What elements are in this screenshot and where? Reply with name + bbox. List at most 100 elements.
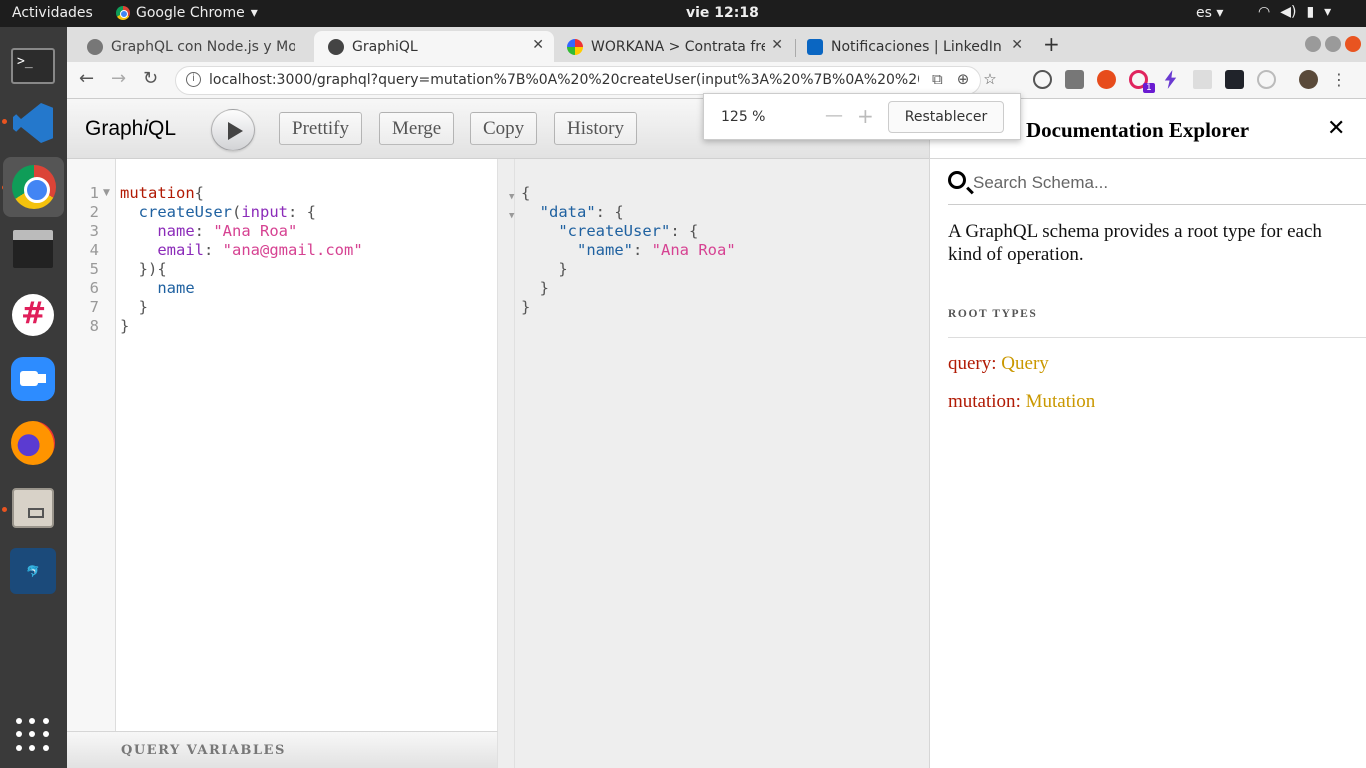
extension-code-icon[interactable] xyxy=(1033,70,1052,89)
merge-button[interactable]: Merge xyxy=(379,112,455,145)
fold-arrow-icon[interactable]: ▼ xyxy=(509,188,514,207)
minimize-button[interactable] xyxy=(1305,36,1321,52)
zoom-reset-button[interactable]: Restablecer xyxy=(888,101,1004,133)
forward-button[interactable]: → xyxy=(111,68,126,89)
input-language[interactable]: es ▾ xyxy=(1196,5,1223,21)
query-editor[interactable]: 1 2 3 4 5 6 7 8 ▼ mutation{ createUser(i… xyxy=(67,159,498,731)
result-viewer[interactable]: ▼{ ▼ "data": { "createUser": { "name": "… xyxy=(509,159,929,768)
bookmark-star-icon[interactable]: ☆ xyxy=(983,70,996,88)
line-number: 4 xyxy=(89,241,99,259)
line-number: 1 xyxy=(89,184,99,202)
tab-workana[interactable]: WORKANA > Contrata fre ✕ xyxy=(553,31,793,62)
wifi-icon: ◠ xyxy=(1258,4,1271,20)
close-icon[interactable]: ✕ xyxy=(1011,37,1023,53)
dock-files[interactable] xyxy=(9,484,57,532)
type-link[interactable]: Mutation xyxy=(1026,391,1096,412)
line-number: 2 xyxy=(89,203,99,221)
maximize-button[interactable] xyxy=(1325,36,1341,52)
close-docs-button[interactable]: ✕ xyxy=(1327,116,1345,141)
extension-ex-icon[interactable] xyxy=(1193,70,1212,89)
punct: } xyxy=(521,298,531,316)
close-icon[interactable]: ✕ xyxy=(532,37,544,53)
dock-slack[interactable] xyxy=(9,291,57,339)
chrome-icon xyxy=(116,6,130,20)
vscode-icon xyxy=(13,103,53,143)
dock-terminal[interactable]: >_ xyxy=(9,42,57,90)
close-window-button[interactable] xyxy=(1345,36,1361,52)
execute-query-button[interactable] xyxy=(211,109,255,151)
zoom-popup: 125 % — + Restablecer xyxy=(703,93,1021,140)
tab-linkedin[interactable]: Notificaciones | LinkedIn ✕ xyxy=(793,31,1033,62)
tab-graphql-node[interactable]: GraphQL con Node.js y Mo xyxy=(73,31,313,62)
chevron-down-icon: ▾ xyxy=(1324,4,1332,20)
field-name: createUser xyxy=(138,203,232,221)
site-info-icon[interactable]: i xyxy=(186,72,201,87)
query-code[interactable]: mutation{ createUser(input: { name: "Ana… xyxy=(120,184,363,336)
dock-chrome[interactable] xyxy=(3,157,64,217)
site-favicon-icon xyxy=(87,38,103,55)
system-tray[interactable]: ◠ ◀) ▮ ▾ xyxy=(1258,4,1331,20)
dock-vscode[interactable] xyxy=(9,99,57,147)
editor-result-divider[interactable] xyxy=(498,159,515,768)
prettify-button[interactable]: Prettify xyxy=(279,112,362,145)
json-key: "name" xyxy=(577,241,633,259)
punct: : { xyxy=(670,222,699,240)
activities-button[interactable]: Actividades xyxy=(12,5,93,21)
punct: : { xyxy=(595,203,624,221)
code-line: } xyxy=(120,298,363,317)
globe-icon xyxy=(328,38,344,55)
code-line: createUser(input: { xyxy=(120,203,363,222)
close-icon[interactable]: ✕ xyxy=(771,37,783,53)
copy-button[interactable]: Copy xyxy=(470,112,538,145)
zoom-in-button[interactable]: + xyxy=(857,104,874,128)
clock[interactable]: vie 12:18 xyxy=(686,5,759,21)
dock-zoom[interactable] xyxy=(9,355,57,403)
linkedin-icon xyxy=(807,38,823,55)
app-menu[interactable]: Google Chrome ▾ xyxy=(116,5,258,21)
extension-badge: 1 xyxy=(1143,83,1155,93)
fire-extension-icon[interactable] xyxy=(1097,70,1116,89)
code-line: name: "Ana Roa" xyxy=(120,222,363,241)
show-applications[interactable] xyxy=(9,711,57,759)
dock-mysql-workbench[interactable]: 🐬 xyxy=(9,547,57,595)
query-variables-bar[interactable]: QUERY VARIABLES xyxy=(67,731,498,768)
divider xyxy=(948,337,1366,338)
workana-icon xyxy=(567,38,583,55)
argument-name: input xyxy=(241,203,289,221)
code-line: email: "ana@gmail.com" xyxy=(120,241,362,260)
extension-circle-icon[interactable] xyxy=(1257,70,1276,89)
punct: } xyxy=(539,279,550,297)
zoom-level: 125 % xyxy=(721,109,766,125)
profile-avatar[interactable] xyxy=(1299,70,1318,89)
punct: } xyxy=(120,317,130,335)
type-link[interactable]: Query xyxy=(1001,353,1048,374)
dock-video-editor[interactable] xyxy=(9,225,57,273)
field-name: name xyxy=(157,279,195,297)
react-devtools-icon[interactable] xyxy=(1225,70,1244,89)
reload-button[interactable]: ↻ xyxy=(143,68,158,89)
result-code: ▼{ ▼ "data": { "createUser": { "name": "… xyxy=(509,184,736,317)
extension-icon[interactable]: 1 xyxy=(1129,70,1155,93)
camera-icon[interactable] xyxy=(1065,70,1084,89)
lightning-icon[interactable] xyxy=(1164,70,1177,89)
back-button[interactable]: ← xyxy=(79,68,94,89)
dolphin-icon: 🐬 xyxy=(10,548,56,594)
zoom-icon[interactable]: ⊕ xyxy=(957,70,970,88)
line-number: 8 xyxy=(89,317,99,335)
docs-description: A GraphQL schema provides a root type fo… xyxy=(948,221,1322,265)
address-url[interactable]: localhost:3000/graphql?query=mutation%7B… xyxy=(209,72,919,88)
new-tab-button[interactable]: + xyxy=(1043,32,1060,56)
punct: } xyxy=(558,260,568,278)
zoom-out-button[interactable]: — xyxy=(825,105,843,126)
tab-graphiql[interactable]: GraphiQL ✕ xyxy=(314,31,554,62)
history-button[interactable]: History xyxy=(554,112,637,145)
address-bar[interactable]: i localhost:3000/graphql?query=mutation%… xyxy=(175,66,997,95)
schema-search-input[interactable] xyxy=(973,169,1353,197)
menu-kebab-icon[interactable]: ⋮ xyxy=(1331,70,1347,89)
translate-icon[interactable]: ⧉ xyxy=(932,70,943,88)
documentation-explorer: Documentation Explorer ✕ A GraphQL schem… xyxy=(929,99,1366,768)
dock-firefox[interactable] xyxy=(9,419,57,467)
fold-arrow-icon[interactable]: ▼ xyxy=(103,188,110,198)
punct: { xyxy=(521,184,531,202)
fold-arrow-icon[interactable]: ▼ xyxy=(509,207,514,226)
